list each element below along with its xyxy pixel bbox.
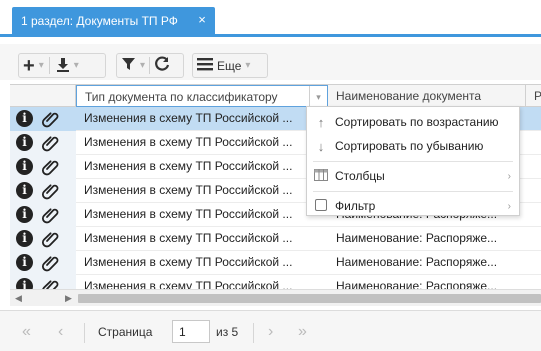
scrollbar-thumb[interactable]: [78, 294, 541, 303]
menu-separator: [313, 191, 513, 192]
tab-underline: [0, 34, 541, 37]
divider: [84, 323, 85, 343]
horizontal-scrollbar[interactable]: ◀ ▶: [10, 289, 541, 306]
scroll-right-icon[interactable]: ▶: [60, 290, 77, 307]
attachment-icon[interactable]: [41, 229, 61, 249]
chevron-down-icon: ▾: [73, 60, 79, 71]
attachment-icon[interactable]: [41, 181, 61, 201]
first-page-icon[interactable]: «: [22, 323, 31, 341]
last-page-icon[interactable]: »: [298, 323, 307, 341]
plus-icon: +: [23, 54, 35, 77]
menu-item-columns[interactable]: Столбцы ›: [307, 164, 519, 188]
type-cell: Изменения в схему ТП Российской ...: [84, 207, 293, 221]
info-icon[interactable]: i: [16, 206, 33, 223]
page-number-input[interactable]: [172, 320, 210, 343]
chevron-right-icon: ›: [507, 200, 511, 212]
menu-separator: [313, 161, 513, 162]
column-context-menu: ↑ Сортировать по возрастанию ↓ Сортирова…: [306, 106, 520, 216]
type-cell: Изменения в схему ТП Российской ...: [84, 111, 293, 125]
row-icons: i: [10, 155, 76, 179]
funnel-icon: [121, 57, 136, 74]
filter-button[interactable]: ▾: [116, 53, 184, 78]
info-icon[interactable]: i: [16, 158, 33, 175]
page-count-label: из 5: [216, 325, 239, 339]
more-label: Еще: [217, 58, 242, 73]
header-name-column[interactable]: Наименование документа: [328, 85, 526, 107]
prev-page-icon[interactable]: ‹: [58, 323, 63, 341]
columns-icon: [307, 168, 335, 184]
info-icon[interactable]: i: [16, 110, 33, 127]
menu-item-label: Сортировать по возрастанию: [335, 115, 499, 129]
table-row[interactable]: i Изменения в схему ТП Российской ... Наим…: [10, 227, 541, 251]
type-cell: Изменения в схему ТП Российской ...: [84, 135, 293, 149]
scroll-left-icon[interactable]: ◀: [10, 290, 27, 307]
menu-item-sort-desc[interactable]: ↓ Сортировать по убыванию: [307, 134, 519, 158]
chevron-down-icon: ▾: [245, 60, 251, 71]
row-icons: i: [10, 179, 76, 203]
menu-item-sort-asc[interactable]: ↑ Сортировать по возрастанию: [307, 110, 519, 134]
name-cell: Наименование: Распоряже...: [336, 231, 498, 245]
download-icon[interactable]: [56, 57, 70, 75]
divider: [48, 57, 50, 74]
tab-bar: 1 раздел: Документы ТП РФ ×: [0, 0, 541, 37]
refresh-icon[interactable]: [154, 56, 170, 75]
info-icon[interactable]: i: [16, 254, 33, 271]
divider: [149, 57, 151, 74]
close-icon[interactable]: ×: [195, 13, 209, 27]
grid-header: Тип документа по классификатору ▾ Наимен…: [10, 84, 541, 107]
type-cell: Изменения в схему ТП Российской ...: [84, 255, 293, 269]
header-extra-label: Р: [534, 89, 541, 103]
tab-label: 1 раздел: Документы ТП РФ: [21, 13, 178, 28]
type-cell: Изменения в схему ТП Российской ...: [84, 183, 293, 197]
type-cell: Изменения в схему ТП Российской ...: [84, 159, 293, 173]
header-extra-column[interactable]: Р: [526, 85, 541, 107]
menu-item-filter[interactable]: Фильтр ›: [307, 194, 519, 218]
divider: [253, 323, 254, 343]
more-button[interactable]: Еще ▾: [192, 53, 268, 78]
menu-item-label: Столбцы: [335, 169, 385, 183]
type-cell: Изменения в схему ТП Российской ...: [84, 231, 293, 245]
name-cell: Наименование: Распоряже...: [336, 255, 498, 269]
toolbar: + ▾ ▾ ▾ Еще ▾: [0, 44, 541, 80]
row-icons: i: [10, 251, 76, 275]
add-button[interactable]: + ▾ ▾: [18, 53, 106, 78]
chevron-down-icon: ▾: [38, 60, 44, 71]
row-icons: i: [10, 227, 76, 251]
pagination-toolbar: « ‹ Страница из 5 › »: [0, 310, 541, 351]
page-label: Страница: [98, 325, 153, 339]
header-name-label: Наименование документа: [336, 89, 482, 103]
tab-documents[interactable]: 1 раздел: Документы ТП РФ ×: [12, 7, 215, 34]
column-menu-trigger-icon[interactable]: ▾: [309, 86, 327, 106]
arrow-up-icon: ↑: [317, 114, 325, 130]
header-type-column[interactable]: Тип документа по классификатору ▾: [76, 85, 328, 107]
menu-item-label: Фильтр: [335, 199, 376, 213]
row-icons: i: [10, 203, 76, 227]
header-icons-column: [10, 85, 76, 107]
attachment-icon[interactable]: [41, 157, 61, 177]
table-row[interactable]: i Изменения в схему ТП Российской ... Наим…: [10, 251, 541, 275]
next-page-icon[interactable]: ›: [268, 323, 273, 341]
attachment-icon[interactable]: [41, 109, 61, 129]
info-icon[interactable]: i: [16, 134, 33, 151]
attachment-icon[interactable]: [41, 205, 61, 225]
menu-item-label: Сортировать по убыванию: [335, 139, 484, 153]
menu-icon: [197, 57, 213, 74]
row-icons: i: [10, 131, 76, 155]
chevron-down-icon: ▾: [140, 60, 146, 71]
header-type-label: Тип документа по классификатору: [85, 90, 278, 104]
checkbox-icon: [307, 198, 335, 214]
attachment-icon[interactable]: [41, 253, 61, 273]
info-icon[interactable]: i: [16, 182, 33, 199]
arrow-down-icon: ↓: [317, 138, 325, 154]
row-icons: i: [10, 107, 76, 131]
attachment-icon[interactable]: [41, 133, 61, 153]
chevron-right-icon: ›: [507, 170, 511, 182]
info-icon[interactable]: i: [16, 230, 33, 247]
